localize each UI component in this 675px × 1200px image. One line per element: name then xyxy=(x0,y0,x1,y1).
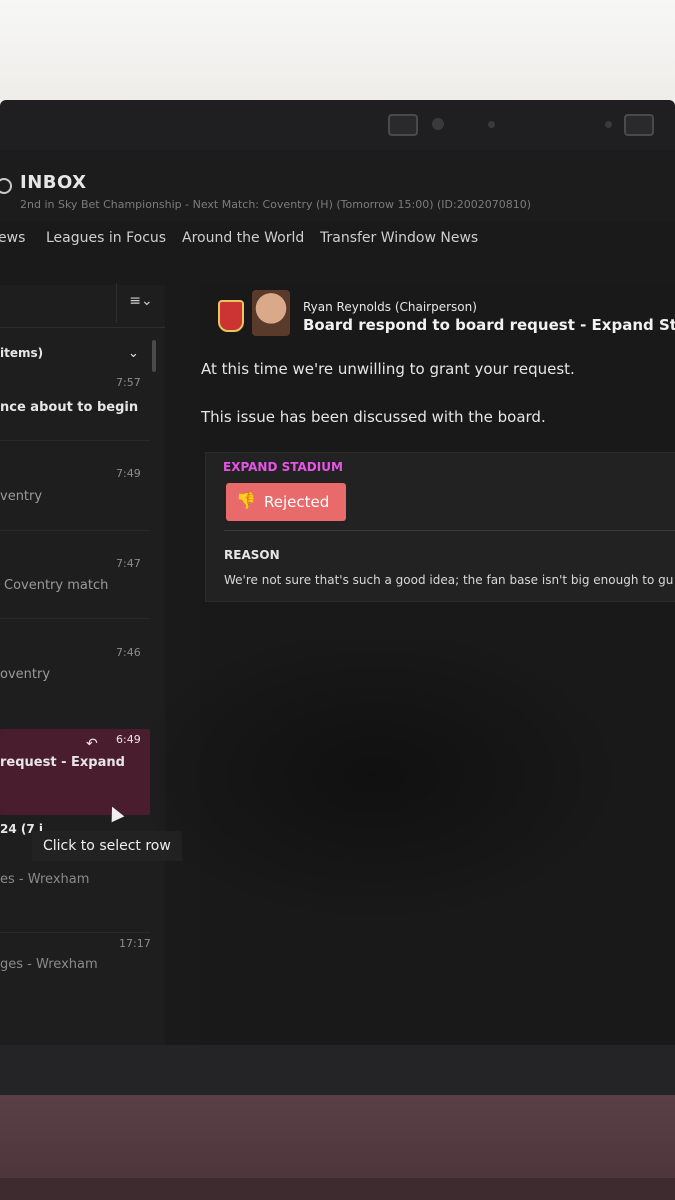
message-subject[interactable]: request - Expand xyxy=(0,755,125,770)
tab-news[interactable]: ews xyxy=(0,230,25,246)
message-body-line: At this time we're unwilling to grant yo… xyxy=(201,360,575,378)
lower-bezel xyxy=(0,1045,675,1100)
message-preview[interactable]: ventry xyxy=(0,489,42,504)
sender-name[interactable]: Ryan Reynolds xyxy=(303,300,391,314)
sender-role: (Chairperson) xyxy=(394,300,477,314)
message-subject[interactable]: nce about to begin xyxy=(0,400,138,415)
light-sensor xyxy=(488,121,495,128)
message-preview[interactable]: es - Wrexham xyxy=(0,872,89,887)
tab-around-the-world[interactable]: Around the World xyxy=(182,230,304,246)
message-preview[interactable]: Coventry match xyxy=(4,578,108,593)
club-crest-icon xyxy=(218,300,244,332)
scrollbar[interactable] xyxy=(152,340,156,372)
request-title: EXPAND STADIUM xyxy=(223,460,343,474)
camera-slot xyxy=(388,114,418,136)
row-divider xyxy=(0,618,150,619)
row-divider xyxy=(0,932,150,933)
screen: INBOX 2nd in Sky Bet Championship - Next… xyxy=(0,150,675,1045)
webcam xyxy=(432,118,444,130)
group-header[interactable]: items) xyxy=(0,346,43,360)
message-time: 6:49 xyxy=(116,733,141,746)
divider xyxy=(224,530,675,531)
chevron-down-icon[interactable]: ⌄ xyxy=(128,346,139,361)
reply-icon: ↶ xyxy=(86,736,98,752)
page-subtitle: 2nd in Sky Bet Championship - Next Match… xyxy=(20,198,531,211)
tab-leagues-in-focus[interactable]: Leagues in Focus xyxy=(46,230,166,246)
message-subject-title: Board respond to board request - Expand … xyxy=(303,316,675,334)
thumbs-down-icon: 👎 xyxy=(236,491,256,510)
message-body-line: This issue has been discussed with the b… xyxy=(201,408,546,426)
message-time: 7:47 xyxy=(116,557,141,570)
message-time: 7:57 xyxy=(116,376,141,389)
search-icon[interactable] xyxy=(0,178,12,194)
message-preview[interactable]: ges - Wrexham xyxy=(0,957,98,972)
sender: Ryan Reynolds (Chairperson) xyxy=(303,300,477,314)
avatar[interactable] xyxy=(252,290,290,336)
camera-slot-2 xyxy=(624,114,654,136)
message-preview[interactable]: oventry xyxy=(0,667,50,682)
mic xyxy=(605,121,612,128)
top-bar: INBOX 2nd in Sky Bet Championship - Next… xyxy=(0,150,675,222)
tab-transfer-window-news[interactable]: Transfer Window News xyxy=(320,230,478,246)
reason-text: We're not sure that's such a good idea; … xyxy=(224,573,674,587)
message-list xyxy=(0,285,165,1045)
message-time: 7:46 xyxy=(116,646,141,659)
row-divider xyxy=(0,440,150,441)
message-time: 17:17 xyxy=(119,937,151,950)
divider xyxy=(0,327,165,328)
reason-heading: REASON xyxy=(224,548,280,562)
row-divider xyxy=(0,530,150,531)
sort-menu-icon[interactable]: ≡⌄ xyxy=(116,283,165,323)
page-title: INBOX xyxy=(20,172,87,193)
screen-reflection xyxy=(150,640,650,940)
laptop-edge xyxy=(0,1178,675,1200)
message-time: 7:49 xyxy=(116,467,141,480)
